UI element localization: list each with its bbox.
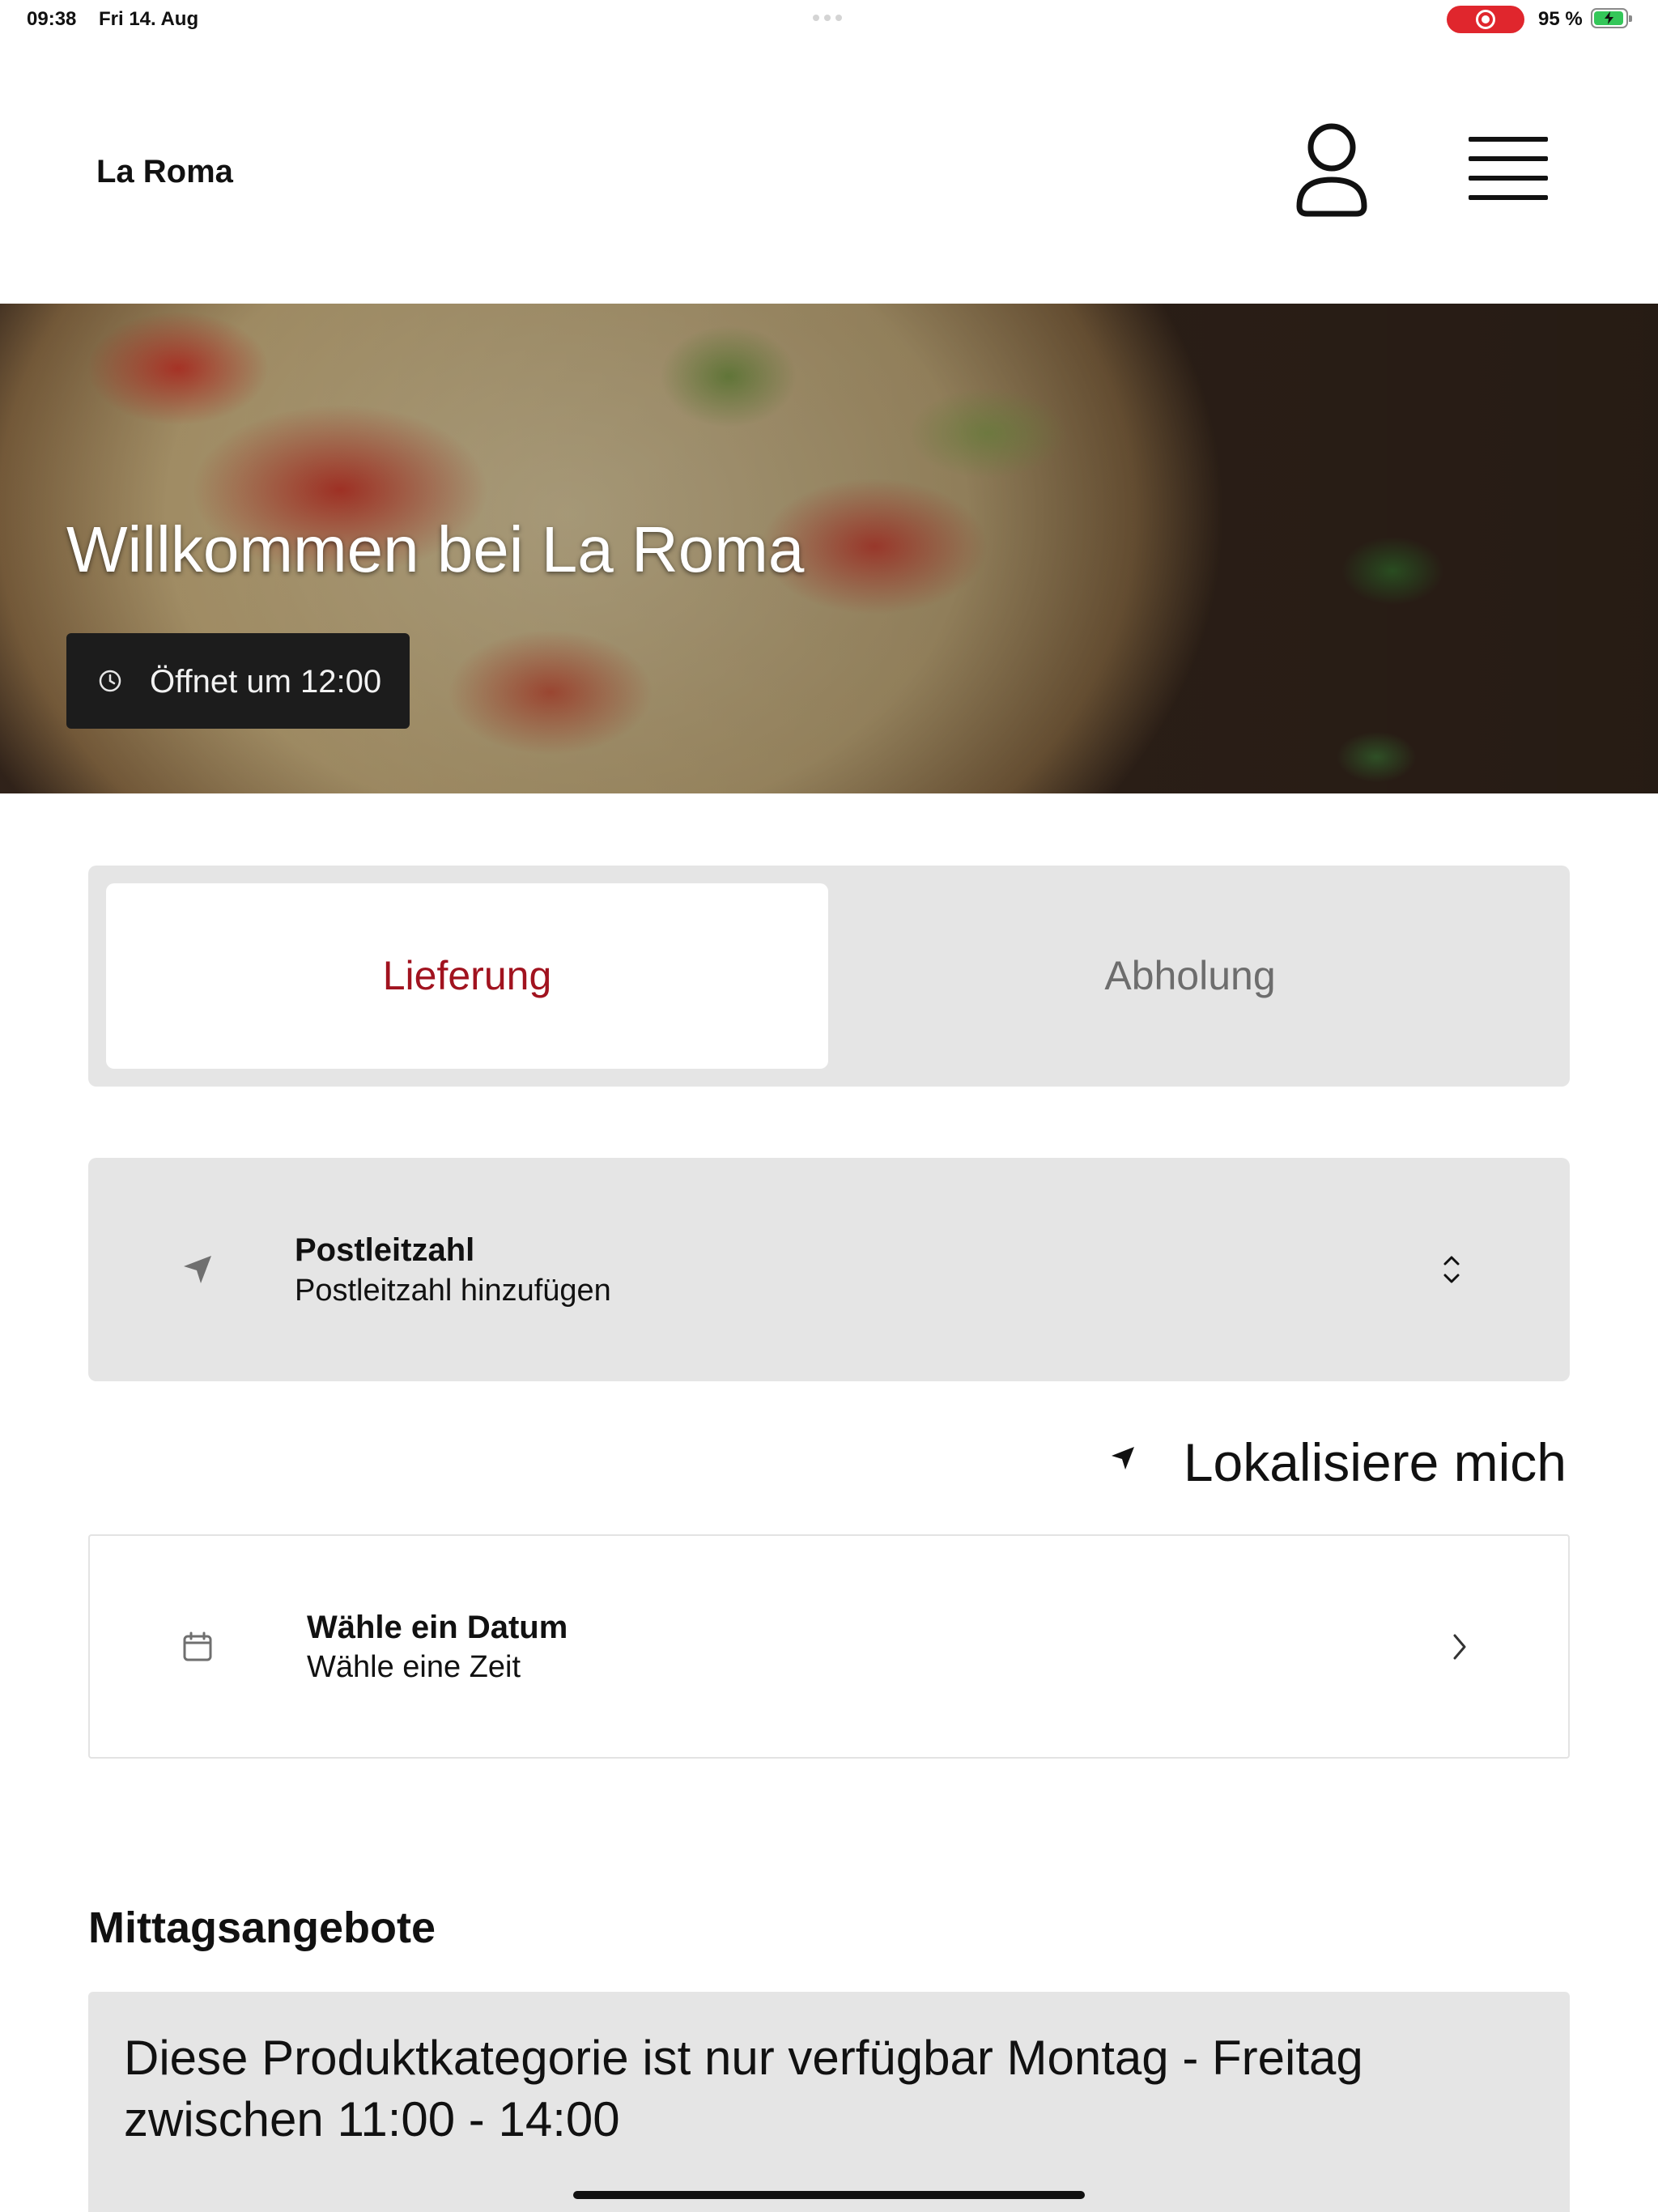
location-arrow-icon <box>184 1256 211 1283</box>
locate-me-button[interactable]: Lokalisiere mich <box>1109 1427 1571 1495</box>
postal-code-title: Postleitzahl <box>295 1232 475 1268</box>
hero-banner: Willkommen bei La Roma Öffnet um 12:00 <box>0 304 1658 793</box>
brand-name[interactable]: La Roma <box>96 154 233 190</box>
chevron-up-down-icon <box>1443 1256 1460 1283</box>
opening-time-label: Öffnet um 12:00 <box>150 664 382 700</box>
locate-me-label: Lokalisiere mich <box>1183 1432 1567 1492</box>
tab-delivery[interactable]: Lieferung <box>106 866 828 1087</box>
hero-title: Willkommen bei La Roma <box>66 513 805 585</box>
account-button[interactable] <box>1291 121 1372 219</box>
user-icon <box>1296 123 1367 217</box>
postal-code-selector[interactable]: Postleitzahl Postleitzahl hinzufügen <box>88 1158 1570 1381</box>
section-title-lunch-offers: Mittagsangebote <box>88 1904 436 1952</box>
app-header: La Roma <box>0 40 1658 304</box>
calendar-icon <box>183 1631 212 1661</box>
chevron-right-icon <box>1453 1634 1466 1660</box>
menu-button[interactable] <box>1464 134 1553 206</box>
availability-notice: Diese Produktkategorie ist nur verfügbar… <box>88 1992 1570 2212</box>
status-bar: 09:38 Fri 14. Aug 95 % <box>0 0 1658 40</box>
tab-pickup[interactable]: Abholung <box>828 866 1552 1087</box>
battery-icon <box>1591 8 1632 28</box>
screen-recording-indicator[interactable] <box>1447 6 1524 33</box>
charging-bolt-icon <box>1605 11 1613 24</box>
opening-time-badge: Öffnet um 12:00 <box>66 633 410 729</box>
battery-percent: 95 % <box>1538 8 1583 30</box>
home-indicator[interactable] <box>573 2191 1085 2199</box>
date-time-selector[interactable]: Wähle ein Datum Wähle eine Zeit <box>88 1534 1570 1759</box>
choose-time-subtitle: Wähle eine Zeit <box>307 1650 521 1684</box>
order-mode-segmented-control: Lieferung Abholung <box>88 866 1570 1087</box>
choose-date-title: Wähle ein Datum <box>307 1610 568 1645</box>
status-time: 09:38 <box>27 8 77 30</box>
status-date: Fri 14. Aug <box>99 8 199 30</box>
clock-icon <box>99 670 121 692</box>
postal-code-placeholder: Postleitzahl hinzufügen <box>295 1274 611 1308</box>
availability-notice-text: Diese Produktkategorie ist nur verfügbar… <box>124 2031 1363 2146</box>
multitasking-dots-icon[interactable] <box>813 15 842 21</box>
location-arrow-icon <box>1112 1447 1134 1470</box>
